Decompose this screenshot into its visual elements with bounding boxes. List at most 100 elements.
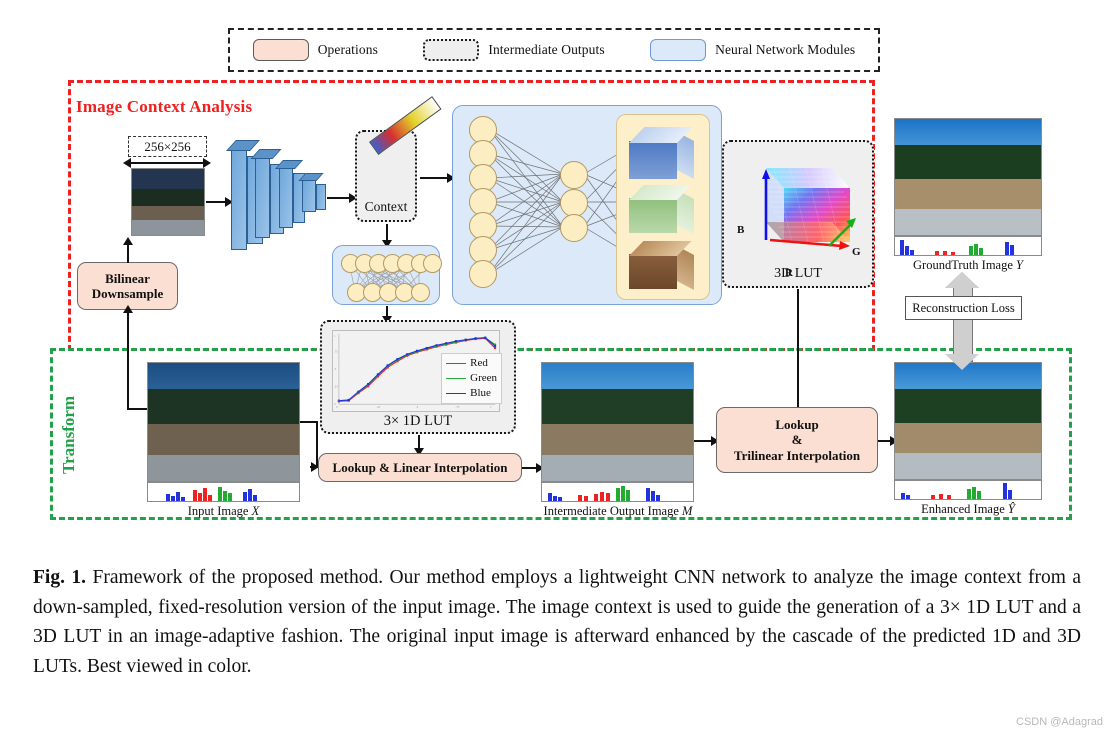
lut1d-box: 0.25.5 .75 1 0.25.5 .75 1 Red Green Blue 3… [320, 320, 516, 434]
groundtruth-image-histogram [894, 236, 1042, 256]
lut3d-axis-label-g: G [852, 246, 861, 258]
figure-caption-text: Framework of the proposed method. Our me… [33, 567, 1081, 677]
thumb-rock [148, 424, 299, 456]
mlp-1d-node [411, 283, 430, 302]
legend-label-intermediate-outputs: Intermediate Outputs [488, 42, 605, 57]
legend: Operations Intermediate Outputs Neural N… [228, 28, 880, 72]
figure-caption-label: Fig. 1. [33, 567, 87, 588]
arrow-bilinear-to-thumb-line [127, 244, 129, 263]
lut3d-axis-label-b: B [737, 224, 745, 236]
arrow-input-to-bilinear-v [127, 310, 129, 368]
thumb-rock [895, 423, 1041, 454]
mlp-3d-hidden-node [560, 214, 588, 242]
region-title-image-context-analysis: Image Context Analysis [76, 97, 253, 116]
svg-text:.75: .75 [456, 405, 460, 409]
svg-text:.75: .75 [334, 349, 338, 353]
res-span-arrow-left [123, 158, 131, 168]
region-title-transform: Transform [59, 395, 78, 475]
lut3d-label: 3D LUT [774, 266, 822, 281]
mlp-3d-input-node [469, 260, 497, 288]
basis-cube-brown [629, 241, 695, 291]
input-image-caption: Input Image X [187, 504, 260, 518]
cnn-slab-4 [302, 180, 316, 212]
basis-lut-panel [616, 114, 710, 300]
legend-line-green [446, 378, 467, 380]
lut1d-legend: Red Green Blue [441, 353, 502, 404]
svg-text:.25: .25 [376, 405, 380, 409]
input-image-histogram [147, 482, 300, 502]
lookup-trilinear-interpolation-button[interactable]: Lookup & Trilinear Interpolation [716, 407, 878, 473]
groundtruth-image-caption: GroundTruth Image Y [913, 258, 1023, 272]
figure-caption: Fig. 1. Framework of the proposed method… [33, 563, 1081, 682]
thumb-trees [148, 388, 299, 425]
lut1d-label: 3× 1D LUT [383, 413, 453, 429]
arrow-cnn-to-context-line [327, 197, 351, 199]
lut1d-legend-row-red: Red [446, 356, 497, 371]
thumb-water [542, 455, 693, 481]
thumb-water [132, 220, 204, 235]
thumb-rock [132, 205, 204, 221]
lut3d-color-cube [762, 167, 856, 250]
downsampled-image-thumbnail [131, 168, 205, 236]
bilinear-downsample-label: Bilinear Downsample [91, 270, 164, 301]
lookup-linear-interpolation-button[interactable]: Lookup & Linear Interpolation [318, 453, 522, 482]
arrow-context-to-mlp-line [420, 177, 450, 179]
basis-cube-green [629, 185, 695, 235]
svg-text:1: 1 [490, 405, 492, 409]
enhanced-image-thumbnail [894, 362, 1042, 480]
legend-label-neural-network-modules: Neural Network Modules [715, 42, 856, 57]
thumb-water [148, 455, 299, 481]
reconstruction-loss-arrow-up [945, 272, 979, 288]
figure-canvas: Operations Intermediate Outputs Neural N… [0, 0, 1117, 737]
thumb-rock [542, 424, 693, 456]
legend-line-blue [446, 393, 467, 395]
mlp-3d-hidden-node [560, 189, 588, 217]
cnn-slab-2 [255, 158, 270, 238]
res-span-arrow-right [203, 158, 211, 168]
intermediate-image-caption: Intermediate Output Image M [543, 504, 693, 518]
reconstruction-loss-label: Reconstruction Loss [905, 296, 1022, 320]
arrow-bilinear-to-thumb-head [123, 237, 133, 245]
legend-swatch-intermediate-outputs [423, 39, 480, 61]
mlp-3d-hidden-node [560, 161, 588, 189]
bilinear-downsample-button[interactable]: Bilinear Downsample [77, 262, 178, 310]
svg-text:1: 1 [334, 334, 336, 338]
lut3d-box: B R G 3D LUT [722, 140, 874, 288]
intermediate-image-thumbnail [541, 362, 694, 482]
legend-label-operations: Operations [317, 42, 378, 57]
mlp-1d-head [332, 245, 442, 305]
enhanced-image-caption: Enhanced Image Ŷ [921, 502, 1015, 516]
legend-text-green: Green [470, 372, 497, 385]
thumb-trees [132, 188, 204, 206]
svg-text:.5: .5 [334, 367, 337, 371]
svg-text:.25: .25 [334, 385, 338, 389]
lut1d-legend-row-green: Green [446, 371, 497, 386]
cnn-slab-3 [279, 168, 293, 228]
legend-text-blue: Blue [470, 387, 491, 400]
context-box: Context [355, 96, 442, 222]
legend-line-red [446, 363, 467, 365]
legend-swatch-operations [252, 39, 309, 61]
basis-cube-blue [629, 127, 695, 181]
reconstruction-loss-arrow-down [945, 354, 979, 370]
context-label: Context [364, 199, 408, 214]
lookup-linear-label: Lookup & Linear Interpolation [332, 459, 508, 475]
svg-text:0: 0 [336, 405, 338, 409]
cnn-slab-1 [231, 150, 247, 250]
thumb-water [895, 453, 1041, 479]
thumb-trees [542, 388, 693, 425]
thumb-trees [895, 144, 1041, 180]
resolution-tag: 256×256 [128, 136, 207, 157]
lut1d-legend-row-blue: Blue [446, 386, 497, 401]
legend-swatch-neural-network-modules [650, 39, 707, 61]
enhanced-image-histogram [894, 480, 1042, 500]
arrow-input-to-bilinear-v2 [127, 366, 129, 410]
legend-item-intermediate-outputs: Intermediate Outputs [423, 39, 605, 61]
arrow-thumb-to-cnn-line [206, 201, 227, 203]
thumb-rock [895, 179, 1041, 210]
legend-text-red: Red [470, 357, 488, 370]
arrow-input-to-bilinear-head [123, 305, 133, 313]
groundtruth-image-thumbnail [894, 118, 1042, 236]
legend-item-operations: Operations [252, 39, 378, 61]
legend-item-neural-network-modules: Neural Network Modules [650, 39, 855, 61]
